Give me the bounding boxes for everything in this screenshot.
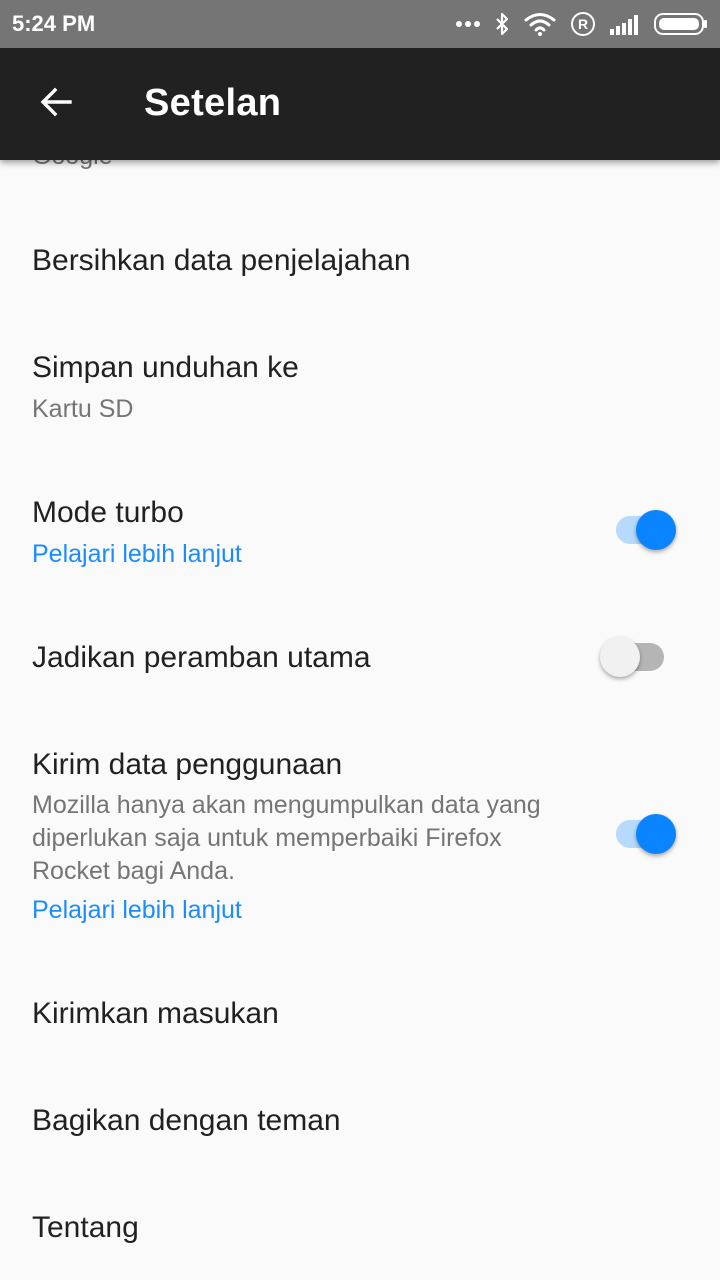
status-icons: R bbox=[456, 8, 708, 40]
telemetry-label: Kirim data penggunaan bbox=[32, 748, 343, 781]
settings-list[interactable]: Google Bersihkan data penjelajahan Simpa… bbox=[0, 160, 720, 1280]
wifi-icon bbox=[524, 12, 556, 36]
back-button[interactable] bbox=[28, 76, 84, 132]
share-label: Bagikan dengan teman bbox=[32, 1104, 341, 1137]
default-browser-switch[interactable] bbox=[600, 631, 672, 683]
more-dots-icon bbox=[456, 20, 480, 28]
switch-thumb bbox=[636, 814, 676, 854]
feedback-label: Kirimkan masukan bbox=[32, 997, 279, 1030]
download-location-label: Simpan unduhan ke bbox=[32, 351, 299, 384]
turbo-mode-learn-more-link[interactable]: Pelajari lebih lanjut bbox=[32, 540, 242, 569]
telemetry-description: Mozilla hanya akan mengumpulkan data yan… bbox=[32, 791, 541, 885]
app-bar: Setelan bbox=[0, 48, 720, 160]
battery-icon bbox=[654, 13, 708, 35]
download-location-value: Kartu SD bbox=[32, 395, 134, 423]
status-bar: 5:24 PM R bbox=[0, 0, 720, 48]
svg-text:R: R bbox=[578, 16, 588, 32]
turbo-mode-label: Mode turbo bbox=[32, 496, 184, 529]
bluetooth-icon bbox=[494, 12, 510, 36]
about-label: Tentang bbox=[32, 1211, 139, 1244]
switch-thumb bbox=[600, 637, 640, 677]
telemetry-learn-more-link[interactable]: Pelajari lebih lanjut bbox=[32, 896, 242, 925]
clear-data-label: Bersihkan data penjelajahan bbox=[32, 244, 411, 277]
page-title: Setelan bbox=[144, 82, 282, 124]
arrow-left-icon bbox=[39, 85, 73, 124]
signal-icon bbox=[610, 13, 640, 35]
status-time: 5:24 PM bbox=[12, 11, 96, 36]
default-browser-label: Jadikan peramban utama bbox=[32, 641, 371, 674]
roaming-icon: R bbox=[570, 11, 596, 37]
switch-thumb bbox=[636, 510, 676, 550]
search-engine-value: Google bbox=[32, 160, 113, 171]
turbo-mode-switch[interactable] bbox=[612, 504, 684, 556]
telemetry-switch[interactable] bbox=[612, 808, 684, 860]
